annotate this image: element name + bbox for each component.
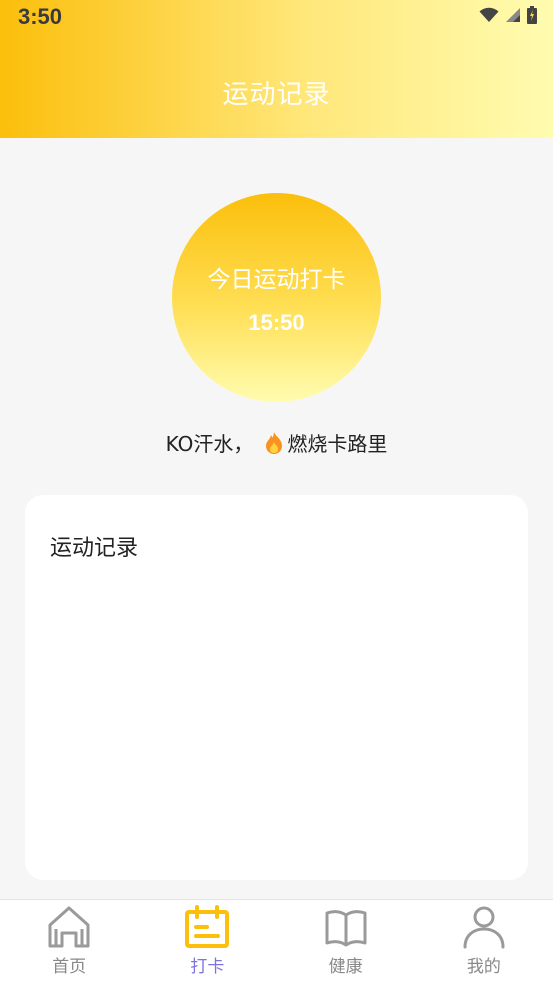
tab-health[interactable]: 健康 xyxy=(277,900,415,985)
checkin-time: 15:50 xyxy=(248,310,305,335)
bottom-tab-bar: 首页 打卡 健康 我的 xyxy=(0,899,553,985)
signal-icon xyxy=(506,8,520,22)
status-time: 3:50 xyxy=(18,4,63,29)
tab-health-label: 健康 xyxy=(328,957,363,977)
page-title: 运动记录 xyxy=(222,80,331,110)
checkin-label: 今日运动打卡 xyxy=(207,267,346,293)
battery-icon xyxy=(527,6,537,24)
records-card: 运动记录 xyxy=(25,495,528,880)
header-bar: 3:50 运动记录 xyxy=(0,0,553,138)
book-icon xyxy=(325,910,367,947)
wifi-icon xyxy=(479,7,499,22)
tab-mine[interactable]: 我的 xyxy=(415,900,553,985)
calendar-icon xyxy=(185,905,230,948)
tab-home[interactable]: 首页 xyxy=(0,900,138,985)
fire-icon xyxy=(266,431,283,454)
slogan-prefix: KO汗水， xyxy=(165,432,254,456)
tab-checkin[interactable]: 打卡 xyxy=(138,900,276,985)
slogan: KO汗水， 燃烧卡路里 xyxy=(0,428,553,457)
tab-checkin-label: 打卡 xyxy=(190,957,225,977)
checkin-button[interactable]: 今日运动打卡 15:50 xyxy=(172,193,381,402)
profile-icon xyxy=(463,906,505,949)
home-icon xyxy=(48,906,90,948)
status-icons xyxy=(479,6,537,24)
slogan-suffix: 燃烧卡路里 xyxy=(287,432,388,456)
tab-home-label: 首页 xyxy=(52,957,87,977)
records-title: 运动记录 xyxy=(50,536,139,561)
tab-mine-label: 我的 xyxy=(466,957,501,977)
